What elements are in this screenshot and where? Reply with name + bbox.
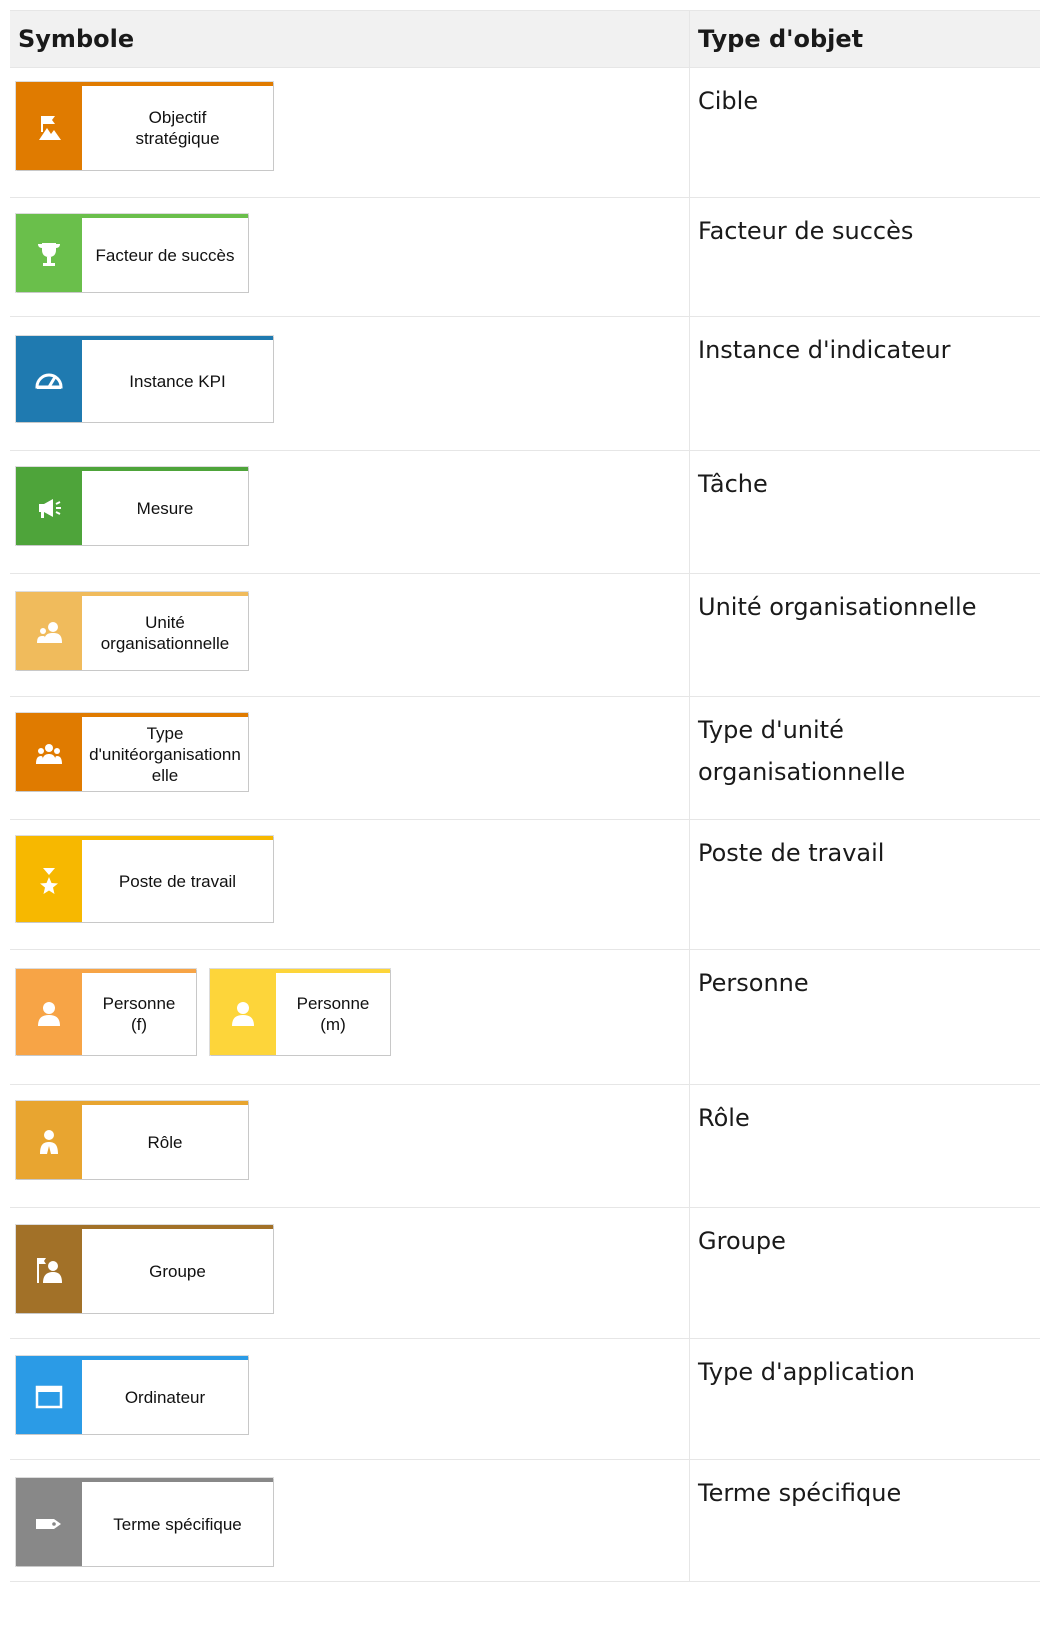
object-type-text: Type d'unité organisationnelle: [698, 716, 906, 786]
table-row: Personne (f) Personne (m) Personne: [10, 950, 1040, 1085]
object-symbol: Objectif stratégique: [16, 82, 273, 170]
object-symbol: Facteur de succès: [16, 214, 248, 292]
symbol-label: Groupe: [149, 1261, 206, 1281]
symbol-cell: Instance KPI: [10, 317, 690, 450]
object-symbol: Rôle: [16, 1101, 248, 1179]
symbol-label: Instance KPI: [129, 371, 226, 391]
object-symbol: Personne (m): [210, 969, 390, 1055]
flag-mountain-icon: [33, 112, 65, 144]
trophy-icon: [33, 239, 65, 271]
symbol-label: Rôle: [147, 1132, 183, 1152]
symbol-cell: Type d'unitéorganisationn elle: [10, 697, 690, 819]
symbol-cell: Rôle: [10, 1085, 690, 1207]
object-type-text: Personne: [698, 969, 809, 997]
symbol-cell: Personne (f) Personne (m): [10, 950, 690, 1084]
object-symbol: Mesure: [16, 467, 248, 545]
object-type-table: Symbole Type d'objet Objectif stratégiqu…: [10, 10, 1040, 1582]
object-type-text: Facteur de succès: [698, 217, 914, 245]
object-type-text: Tâche: [698, 470, 768, 498]
symbol-cell: Terme spécifique: [10, 1460, 690, 1581]
org-unit-icon: [33, 617, 65, 649]
object-symbol: Poste de travail: [16, 836, 273, 922]
table-row: Rôle Rôle: [10, 1085, 1040, 1208]
symbol-color-band: [16, 1105, 82, 1179]
symbol-color-band: [210, 973, 276, 1055]
symbol-color-band: [16, 1360, 82, 1434]
table-row: Terme spécifique Terme spécifique: [10, 1460, 1040, 1582]
group-flag-icon: [33, 1255, 65, 1287]
symbol-color-band: [16, 471, 82, 545]
table-row: Facteur de succès Facteur de succès: [10, 198, 1040, 317]
person-icon: [227, 998, 259, 1030]
symbol-cell: Groupe: [10, 1208, 690, 1338]
tag-icon: [33, 1508, 65, 1540]
table-row: Poste de travail Poste de travail: [10, 820, 1040, 950]
object-symbol: Terme spécifique: [16, 1478, 273, 1566]
object-type-text: Type d'application: [698, 1358, 915, 1386]
symbol-color-band: [16, 1229, 82, 1313]
object-type-text: Instance d'indicateur: [698, 336, 951, 364]
symbol-cell: Poste de travail: [10, 820, 690, 949]
symbol-cell: Unité organisationnelle: [10, 574, 690, 696]
star-position-icon: [33, 865, 65, 897]
group-people-icon: [33, 738, 65, 770]
symbol-label: Personne (f): [102, 994, 176, 1034]
symbol-color-band: [16, 596, 82, 670]
header-type-objet: Type d'objet: [698, 25, 864, 53]
table-row: Unité organisationnelle Unité organisatio…: [10, 574, 1040, 697]
gauge-icon: [33, 365, 65, 397]
object-symbol: Unité organisationnelle: [16, 592, 248, 670]
object-type-text: Poste de travail: [698, 839, 885, 867]
symbol-cell: Mesure: [10, 451, 690, 573]
symbol-color-band: [16, 340, 82, 422]
object-symbol: Personne (f): [16, 969, 196, 1055]
symbol-color-band: [16, 86, 82, 170]
symbol-label: Facteur de succès: [95, 245, 235, 265]
object-symbol: Ordinateur: [16, 1356, 248, 1434]
object-symbol: Type d'unitéorganisationn elle: [16, 713, 248, 791]
table-row: Groupe Groupe: [10, 1208, 1040, 1339]
window-icon: [33, 1381, 65, 1413]
symbol-color-band: [16, 1482, 82, 1566]
object-type-text: Terme spécifique: [698, 1479, 902, 1507]
object-type-text: Groupe: [698, 1227, 786, 1255]
table-row: Mesure Tâche: [10, 451, 1040, 574]
object-type-text: Cible: [698, 87, 759, 115]
symbol-label: Objectif stratégique: [135, 108, 220, 148]
person-icon: [33, 998, 65, 1030]
header-symbole: Symbole: [10, 11, 690, 67]
symbol-label: Terme spécifique: [113, 1514, 242, 1534]
megaphone-icon: [33, 492, 65, 524]
symbol-cell: Objectif stratégique: [10, 68, 690, 197]
table-row: Instance KPI Instance d'indicateur: [10, 317, 1040, 451]
object-type-text: Rôle: [698, 1104, 750, 1132]
symbol-label: Type d'unitéorganisationn elle: [89, 723, 241, 785]
object-symbol: Groupe: [16, 1225, 273, 1313]
symbol-color-band: [16, 973, 82, 1055]
symbol-color-band: [16, 840, 82, 922]
symbol-label: Mesure: [136, 498, 194, 518]
symbol-label: Ordinateur: [124, 1387, 206, 1407]
table-row: Type d'unitéorganisationn elle Type d'uni…: [10, 697, 1040, 820]
symbol-label: Poste de travail: [118, 871, 237, 891]
role-person-icon: [33, 1126, 65, 1158]
symbol-cell: Facteur de succès: [10, 198, 690, 316]
object-type-text: Unité organisationnelle: [698, 593, 977, 621]
table-row: Objectif stratégique Cible: [10, 68, 1040, 198]
object-symbol: Instance KPI: [16, 336, 273, 422]
symbol-color-band: [16, 218, 82, 292]
table-row: Ordinateur Type d'application: [10, 1339, 1040, 1460]
symbol-label: Unité organisationnelle: [100, 613, 230, 653]
symbol-label: Personne (m): [296, 994, 370, 1034]
table-header: Symbole Type d'objet: [10, 10, 1040, 68]
symbol-color-band: [16, 717, 82, 791]
symbol-cell: Ordinateur: [10, 1339, 690, 1459]
